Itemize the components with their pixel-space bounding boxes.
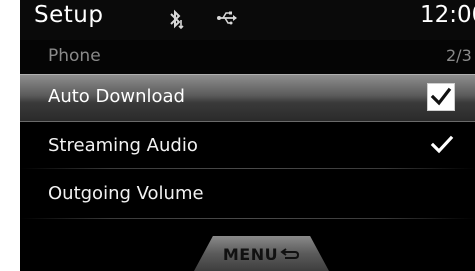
list-item-auto-download[interactable]: Auto Download: [20, 74, 475, 122]
divider: [20, 168, 475, 169]
divider: [20, 218, 475, 219]
list-item-label: Auto Download: [48, 86, 185, 107]
bluetooth-icon: [168, 8, 186, 30]
menu-label-wrap: MENU: [194, 245, 329, 265]
return-arrow-icon: [280, 246, 300, 265]
checkmark-icon[interactable]: [430, 134, 454, 160]
list-item-label: Streaming Audio: [48, 135, 198, 156]
usb-icon: [216, 10, 238, 26]
page-title: Setup: [34, 2, 104, 28]
menu-label: MENU: [222, 245, 279, 264]
section-title: Phone: [48, 46, 101, 66]
clock: 12:00: [420, 2, 475, 28]
checkmark-icon: [430, 87, 452, 106]
auto-download-checkbox[interactable]: [427, 83, 455, 111]
status-bar: Setup 12:00: [20, 0, 475, 40]
screen: Setup 12:00 Phone 2/3 Auto Download: [20, 0, 475, 271]
page-indicator: 2/3: [446, 46, 472, 65]
list-item-outgoing-volume[interactable]: Outgoing Volume: [20, 170, 475, 220]
list-item-streaming-audio[interactable]: Streaming Audio: [20, 122, 475, 172]
sub-header: Phone 2/3: [20, 40, 475, 76]
list-item-label: Outgoing Volume: [48, 183, 204, 204]
menu-button[interactable]: MENU: [194, 236, 329, 271]
